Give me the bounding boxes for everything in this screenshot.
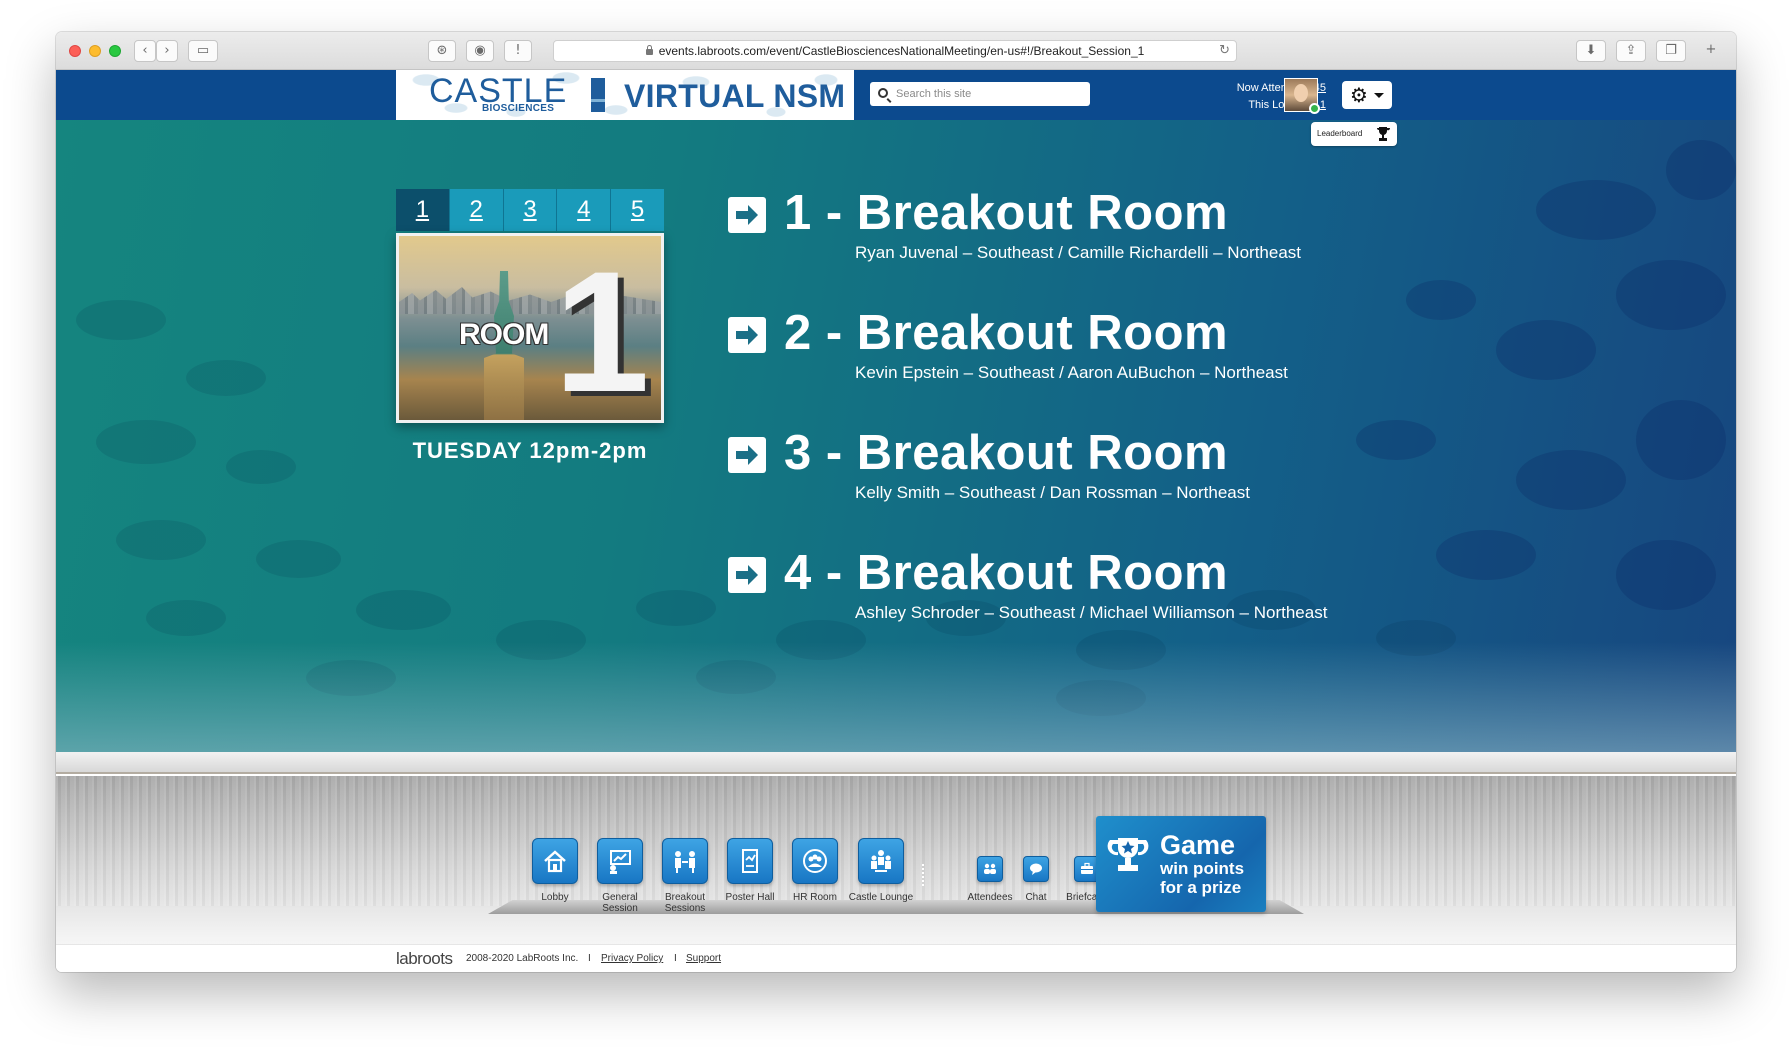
nav-general-session[interactable]: General Session: [585, 838, 655, 914]
address-bar[interactable]: events.labroots.com/event/CastleBioscien…: [553, 40, 1237, 62]
arrow-right-icon[interactable]: [728, 317, 766, 353]
browser-window: ‹ › ▭ ⊛ ◉ ! events.labroots.com/event/Ca…: [56, 32, 1736, 972]
room-tabs: 1 2 3 4 5: [396, 189, 664, 231]
poster-icon: [727, 838, 773, 884]
nav-chat[interactable]: Chat: [1011, 856, 1061, 903]
breakout-room-hosts: Kelly Smith – Southeast / Dan Rossman – …: [855, 483, 1250, 502]
search-input[interactable]: [896, 84, 1084, 104]
logo-biosciences-text: BIOSCIENCES: [482, 103, 555, 114]
stage-divider: [56, 752, 1736, 774]
room-tab-4[interactable]: 4: [557, 189, 612, 231]
game-line1: win points: [1160, 859, 1245, 878]
room-tab-3[interactable]: 3: [503, 189, 558, 231]
room-preview-image[interactable]: ROOM 1: [396, 233, 664, 423]
downloads-icon[interactable]: ⬇: [1576, 40, 1606, 62]
nav-poster-label: Poster Hall: [725, 892, 775, 903]
breakout-room-hosts: Ryan Juvenal – Southeast / Camille Richa…: [855, 243, 1302, 262]
logo-divider-icon: [591, 78, 605, 112]
nav-chat-label: Chat: [1025, 892, 1047, 903]
footer-logo[interactable]: labroots: [396, 949, 453, 969]
footer: labroots 2008-2020 LabRoots Inc. I Priva…: [56, 944, 1736, 972]
alert-icon[interactable]: !: [504, 40, 532, 62]
reload-icon[interactable]: ↻: [1219, 41, 1230, 61]
room-card-word: ROOM: [459, 318, 549, 351]
breakout-room-title[interactable]: 3 - Breakout Room: [784, 425, 1228, 481]
lock-icon: [645, 45, 653, 55]
nav-castle-lounge-label: Castle Lounge: [848, 892, 914, 903]
breakout-room-hosts: Ashley Schroder – Southeast / Michael Wi…: [855, 603, 1328, 622]
logo-event-name: VIRTUAL NSM: [624, 78, 846, 114]
back-button[interactable]: ‹: [134, 40, 156, 62]
address-text: events.labroots.com/event/CastleBioscien…: [658, 44, 1145, 58]
nav-castle-lounge[interactable]: Castle Lounge: [845, 838, 917, 903]
lounge-group-icon: [858, 838, 904, 884]
footer-separator: I: [588, 953, 591, 964]
footer-copyright: 2008-2020 LabRoots Inc.: [466, 953, 579, 964]
breakout-main-area: Leaderboard 1 2 3 4 5 ROOM 1 TUESDAY 12p…: [56, 120, 1736, 752]
nav-separator: [922, 864, 924, 886]
support-link[interactable]: Support: [686, 953, 721, 964]
privacy-shield-icon[interactable]: ◉: [466, 40, 494, 62]
minimize-window-button[interactable]: [89, 45, 101, 57]
arrow-right-icon[interactable]: [728, 557, 766, 593]
nav-lobby-label: Lobby: [541, 892, 569, 903]
arrow-right-icon[interactable]: [728, 197, 766, 233]
gear-icon: ⚙: [1350, 83, 1368, 107]
avatar[interactable]: [1284, 78, 1320, 114]
nav-general-line2: Session: [602, 903, 638, 914]
breakout-room-title[interactable]: 2 - Breakout Room: [784, 305, 1228, 361]
nav-hr-label: HR Room: [793, 892, 837, 903]
breakout-room-title[interactable]: 1 - Breakout Room: [784, 185, 1228, 241]
leaderboard-button[interactable]: Leaderboard: [1311, 122, 1397, 146]
game-banner[interactable]: Game win points for a prize: [1096, 816, 1266, 912]
tabs-overview-icon[interactable]: ❐: [1656, 40, 1686, 62]
new-tab-icon[interactable]: +: [1696, 40, 1726, 62]
leaderboard-label: Leaderboard: [1317, 129, 1363, 138]
group-circle-icon: [792, 838, 838, 884]
settings-menu-button[interactable]: ⚙: [1342, 81, 1392, 109]
room-tab-2[interactable]: 2: [449, 189, 504, 231]
this-location-count[interactable]: 1: [1320, 99, 1326, 111]
breakout-room-title[interactable]: 4 - Breakout Room: [784, 545, 1228, 601]
online-status-icon: [1309, 103, 1320, 114]
house-icon: [532, 838, 578, 884]
search-icon[interactable]: [878, 88, 888, 98]
trophy-icon: [1107, 838, 1149, 871]
chat-bubble-icon: [1023, 856, 1049, 882]
event-logo[interactable]: CASTLE BIOSCIENCES VIRTUAL NSM: [396, 70, 854, 120]
room-tab-5[interactable]: 5: [611, 189, 664, 231]
room-schedule: TUESDAY 12pm-2pm: [412, 438, 648, 463]
breakout-room-hosts: Kevin Epstein – Southeast / Aaron AuBuch…: [855, 363, 1288, 382]
sidebar-toggle-button[interactable]: ▭: [188, 40, 218, 62]
browser-toolbar: ‹ › ▭ ⊛ ◉ ! events.labroots.com/event/Ca…: [56, 32, 1736, 70]
footer-separator: I: [674, 953, 677, 964]
search-box: [870, 82, 1090, 106]
nav-breakout-line2: Sessions: [664, 903, 706, 914]
nav-breakout-sessions[interactable]: Breakout Sessions: [650, 838, 720, 914]
extension-icon[interactable]: ⊛: [428, 40, 456, 62]
presentation-icon: [597, 838, 643, 884]
site-header: CASTLE BIOSCIENCES VIRTUAL NSM Now Atten…: [56, 70, 1736, 120]
arrow-right-icon[interactable]: [728, 437, 766, 473]
room-card-numeral: 1: [554, 236, 650, 423]
chevron-down-icon: [1374, 93, 1384, 98]
game-title: Game: [1160, 830, 1236, 860]
nav-general-line1: General: [602, 892, 638, 903]
room-tab-1[interactable]: 1: [396, 189, 450, 231]
trophy-icon: [1376, 127, 1391, 141]
nav-poster-hall[interactable]: Poster Hall: [715, 838, 785, 903]
nav-lobby[interactable]: Lobby: [520, 838, 590, 903]
game-line2: for a prize: [1160, 878, 1242, 897]
attendees-icon: [977, 856, 1003, 882]
people-meeting-icon: [662, 838, 708, 884]
forward-button[interactable]: ›: [156, 40, 178, 62]
nav-hr-room[interactable]: HR Room: [780, 838, 850, 903]
nav-breakout-line1: Breakout: [664, 892, 706, 903]
privacy-policy-link[interactable]: Privacy Policy: [601, 953, 663, 964]
share-icon[interactable]: ⇪: [1616, 40, 1646, 62]
close-window-button[interactable]: [69, 45, 81, 57]
zoom-window-button[interactable]: [109, 45, 121, 57]
